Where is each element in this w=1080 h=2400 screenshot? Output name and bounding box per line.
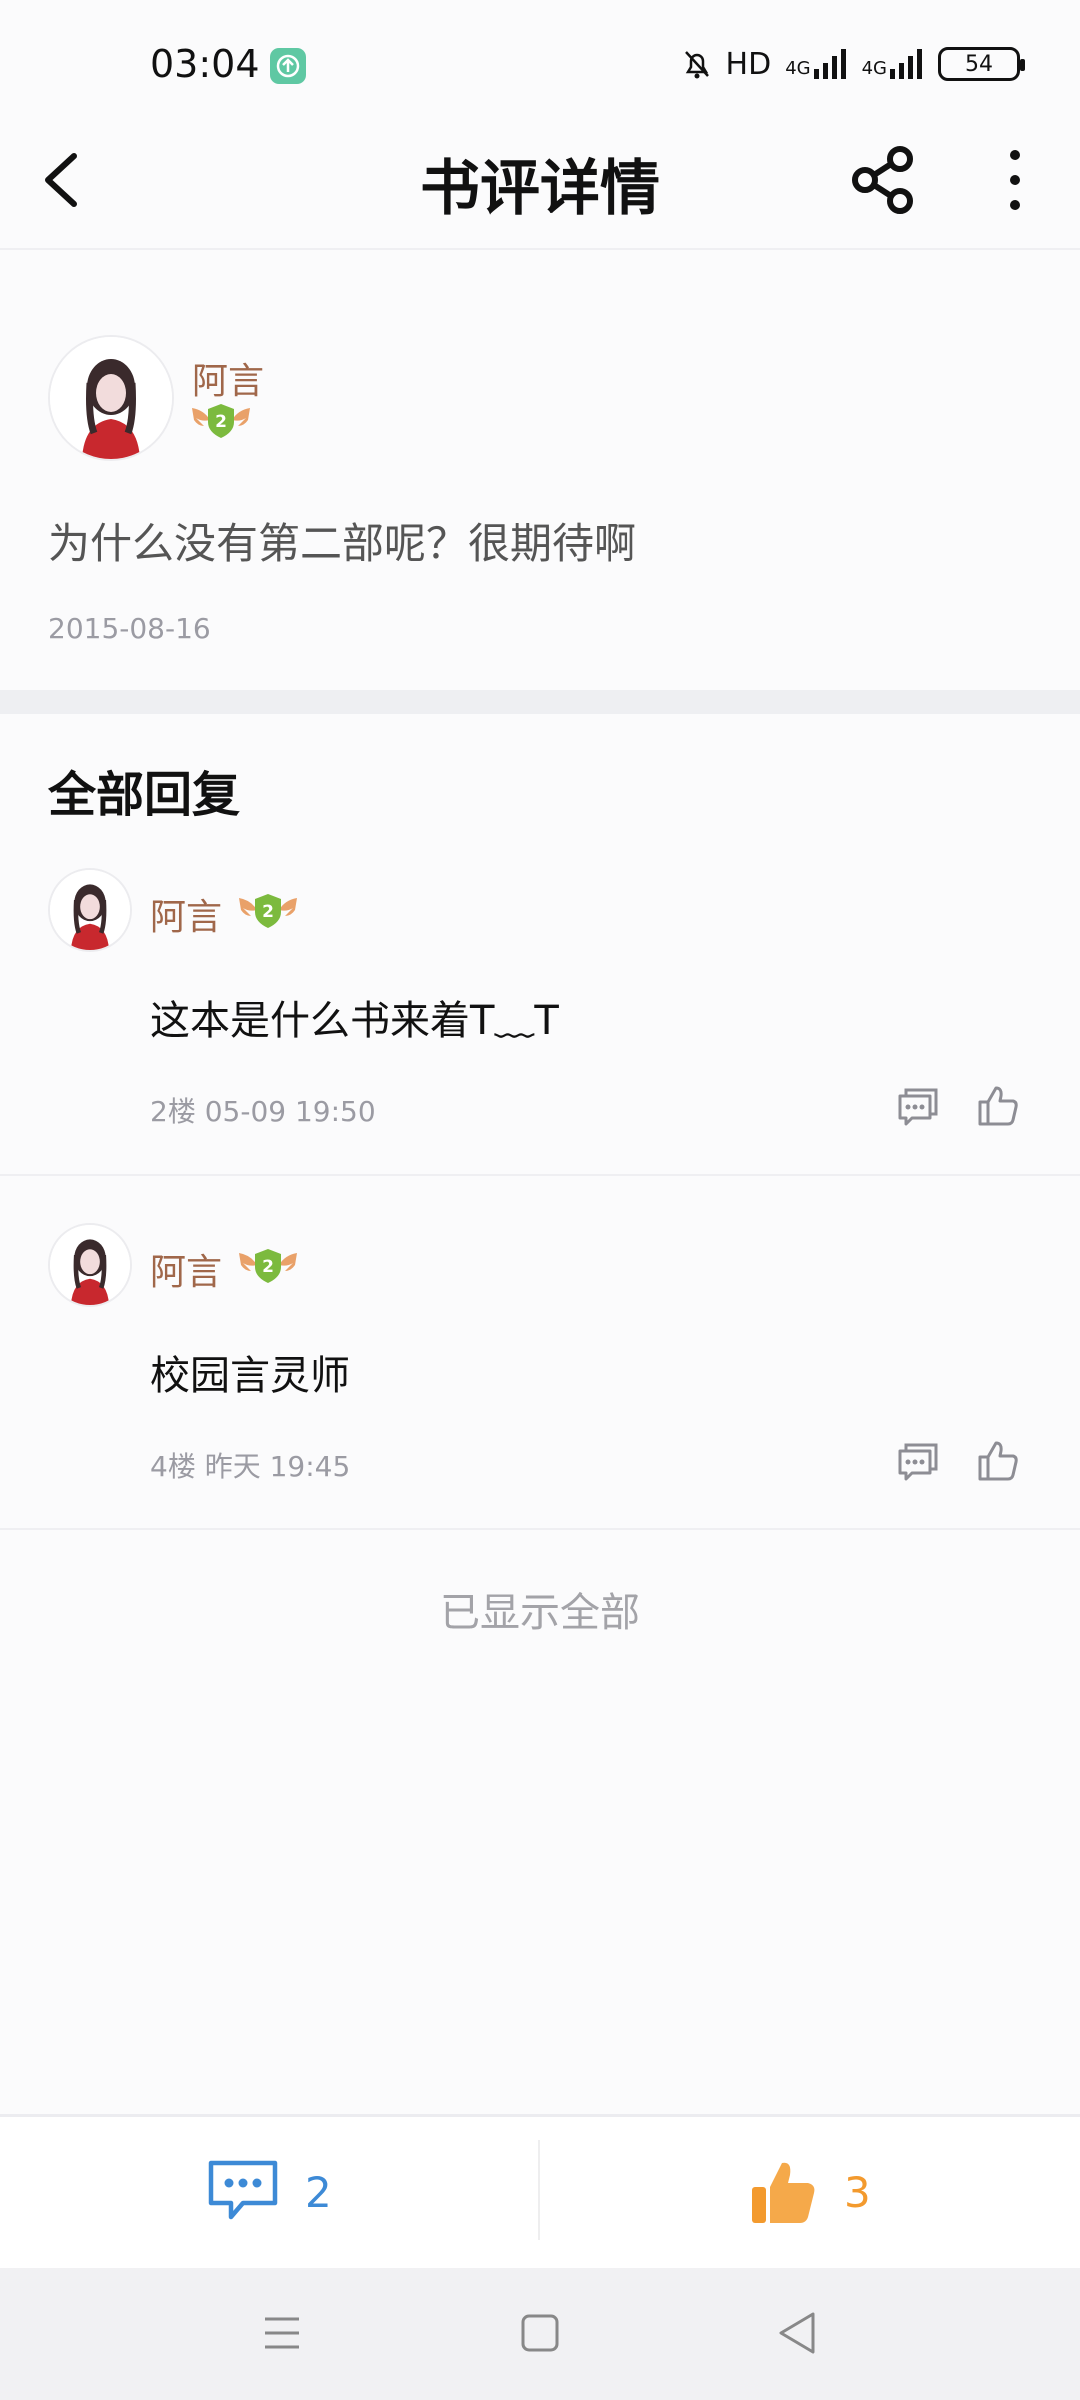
status-indicators: HD 4G 4G 54 <box>682 44 1025 84</box>
signal-4g-1: 4G <box>785 49 847 79</box>
reply-like-button[interactable] <box>976 1082 1020 1128</box>
level-number: 2 <box>215 412 227 432</box>
chat-bubble-icon <box>208 2160 278 2220</box>
review-date: 2015-08-16 <box>48 612 211 645</box>
thumbs-up-icon <box>752 2162 815 2223</box>
reply-divider <box>0 1174 1080 1176</box>
reply-comment-button[interactable] <box>896 1439 942 1483</box>
bell-off-icon <box>684 51 709 79</box>
network-label: HD <box>725 46 772 82</box>
level-badge: 2 <box>190 400 252 440</box>
winged-shield-icon: 2 <box>239 1249 297 1283</box>
reply-content: 校园言灵师 <box>150 1353 350 1399</box>
status-time: 03:04 <box>150 42 260 86</box>
signal-4g-2: 4G <box>862 49 924 79</box>
avatar-image <box>50 1225 130 1305</box>
header-divider <box>0 248 1080 250</box>
level-number: 2 <box>262 902 274 922</box>
reply-content: 这本是什么书来着T﹏T <box>150 998 559 1044</box>
like-action-button[interactable]: 3 <box>750 2150 950 2234</box>
back-triangle-icon <box>779 2312 815 2354</box>
winged-shield-icon: 2 <box>239 894 297 928</box>
avatar-image <box>50 870 130 950</box>
app-notification-icon <box>270 48 306 84</box>
section-separator <box>0 690 1080 714</box>
home-square-icon <box>521 2314 559 2352</box>
comment-count: 2 <box>305 2167 332 2217</box>
reply-meta: 2楼 05-09 19:50 <box>150 1095 376 1128</box>
end-of-list-text: 已显示全部 <box>440 1590 640 1636</box>
reply-avatar[interactable] <box>48 868 132 952</box>
comment-icon <box>898 1443 938 1481</box>
system-menu-button[interactable] <box>263 2313 301 2353</box>
winged-shield-icon: 2 <box>192 404 250 438</box>
comment-action-button[interactable]: 2 <box>205 2150 405 2234</box>
reply-avatar[interactable] <box>48 1223 132 1307</box>
reply-meta: 4楼 昨天 19:45 <box>150 1450 351 1483</box>
replies-title: 全部回复 <box>48 767 241 823</box>
review-author-name[interactable]: 阿言 <box>192 352 264 404</box>
review-author-avatar[interactable] <box>48 335 174 461</box>
system-home-button[interactable] <box>520 2313 560 2353</box>
share-icon <box>852 146 913 214</box>
review-content: 为什么没有第二部呢？很期待啊 <box>48 519 637 568</box>
share-button[interactable] <box>845 143 920 218</box>
level-badge: 2 <box>237 890 299 930</box>
level-badge: 2 <box>237 1245 299 1285</box>
reply-author-name[interactable]: 阿言 <box>150 888 222 940</box>
more-button[interactable] <box>995 145 1035 215</box>
action-divider <box>538 2140 540 2240</box>
level-number: 2 <box>262 1257 274 1277</box>
reply-author-name[interactable]: 阿言 <box>150 1243 222 1295</box>
more-vertical-icon <box>1010 150 1020 210</box>
thumbs-up-icon <box>978 1441 1018 1481</box>
avatar-image <box>50 337 172 459</box>
comment-icon <box>898 1088 938 1126</box>
thumbs-up-icon <box>978 1086 1018 1126</box>
like-count: 3 <box>844 2167 871 2217</box>
reply-like-button[interactable] <box>976 1437 1020 1483</box>
battery-indicator: 54 <box>938 47 1025 81</box>
reply-comment-button[interactable] <box>896 1084 942 1128</box>
reply-divider <box>0 1528 1080 1530</box>
system-back-button[interactable] <box>775 2310 819 2356</box>
menu-icon <box>265 2317 299 2349</box>
